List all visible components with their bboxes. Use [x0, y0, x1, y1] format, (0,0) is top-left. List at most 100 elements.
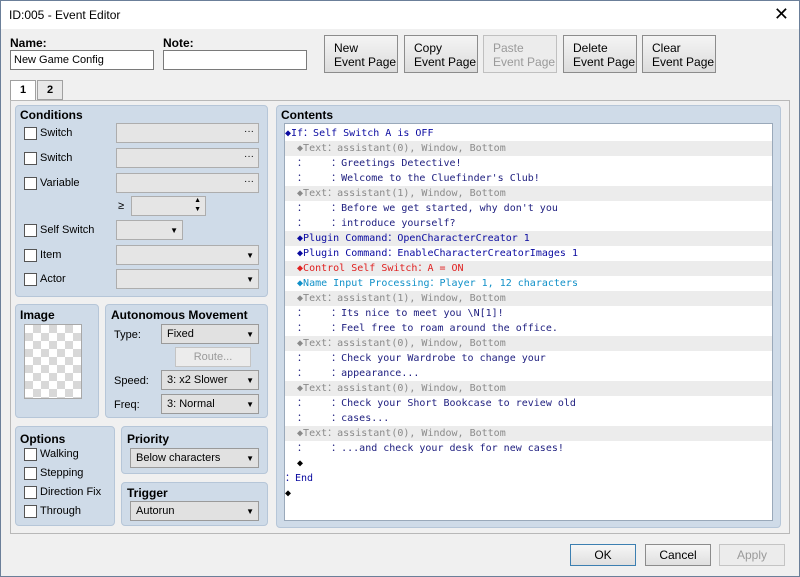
priority-title: Priority [127, 432, 170, 446]
self-switch-select[interactable]: ▼ [116, 220, 183, 240]
variable-value-stepper[interactable]: ▲ ▼ [131, 196, 206, 216]
dots-icon: ··· [244, 151, 254, 162]
switch1-checkbox[interactable] [24, 127, 37, 140]
command-line[interactable]: ◆Text：assistant(0), Window, Bottom [285, 381, 772, 396]
item-select[interactable]: ▼ [116, 245, 259, 265]
walking-label: Walking [40, 448, 79, 460]
speed-value: 3: x2 Slower [167, 374, 228, 386]
walking-checkbox[interactable] [24, 448, 37, 461]
chevron-down-icon: ▼ [246, 507, 254, 516]
command-line[interactable]: ◆Text：assistant(1), Window, Bottom [285, 291, 772, 306]
type-select[interactable]: Fixed ▼ [161, 324, 259, 344]
contents-title: Contents [281, 108, 333, 122]
chevron-down-icon: ▼ [246, 330, 254, 339]
command-line[interactable]: ◆ [285, 456, 772, 471]
command-line[interactable]: ： ：Greetings Detective! [285, 156, 772, 171]
cancel-button[interactable]: Cancel [645, 544, 711, 566]
clear-event-page-button[interactable]: Clear Event Page [642, 35, 716, 73]
trigger-value: Autorun [136, 505, 175, 517]
command-line[interactable]: ◆Text：assistant(0), Window, Bottom [285, 336, 772, 351]
through-checkbox[interactable] [24, 505, 37, 518]
command-line[interactable]: ◆Text：assistant(0), Window, Bottom [285, 426, 772, 441]
dots-icon: ··· [244, 176, 254, 187]
chevron-down-icon: ▼ [246, 251, 254, 260]
note-field[interactable] [163, 50, 307, 70]
route-button[interactable]: Route... [175, 347, 251, 367]
variable-checkbox[interactable] [24, 177, 37, 190]
freq-value: 3: Normal [167, 398, 215, 410]
speed-select[interactable]: 3: x2 Slower ▼ [161, 370, 259, 390]
direction-fix-label: Direction Fix [40, 486, 102, 498]
command-line[interactable]: ： ：Its nice to meet you \N[1]! [285, 306, 772, 321]
ok-button[interactable]: OK [570, 544, 636, 566]
command-line[interactable]: ◆ [285, 486, 772, 501]
close-icon[interactable]: ✕ [774, 4, 789, 25]
stepping-checkbox[interactable] [24, 467, 37, 480]
copy-event-page-button[interactable]: Copy Event Page [404, 35, 478, 73]
priority-select[interactable]: Below characters ▼ [130, 448, 259, 468]
options-title: Options [20, 432, 66, 446]
freq-select[interactable]: 3: Normal ▼ [161, 394, 259, 414]
command-line[interactable]: ： ：cases... [285, 411, 772, 426]
conditions-title: Conditions [20, 108, 83, 122]
ge-symbol: ≥ [118, 200, 125, 212]
direction-fix-checkbox[interactable] [24, 486, 37, 499]
switch2-checkbox[interactable] [24, 152, 37, 165]
command-line[interactable]: ◆Plugin Command：OpenCharacterCreator 1 [285, 231, 772, 246]
dots-icon: ··· [244, 126, 254, 137]
command-line[interactable]: ◆Text：assistant(0), Window, Bottom [285, 141, 772, 156]
event-command-list[interactable]: ◆If：Self Switch A is OFF ◆Text：assistant… [284, 123, 773, 521]
item-checkbox[interactable] [24, 249, 37, 262]
tab-page-1[interactable]: 1 [10, 80, 36, 101]
spin-down-icon[interactable]: ▼ [194, 206, 201, 213]
paste-event-page-button[interactable]: Paste Event Page [483, 35, 557, 73]
event-editor-window: ID:005 - Event Editor ✕ Name: New Game C… [0, 0, 800, 577]
command-line[interactable]: ：End [285, 471, 772, 486]
type-label: Type: [114, 329, 141, 341]
delete-event-page-button[interactable]: Delete Event Page [563, 35, 637, 73]
chevron-down-icon: ▼ [246, 376, 254, 385]
command-line[interactable]: ◆Text：assistant(1), Window, Bottom [285, 186, 772, 201]
command-line[interactable]: ： ：Check your Short Bookcase to review o… [285, 396, 772, 411]
type-value: Fixed [167, 328, 194, 340]
command-line[interactable]: ◆If：Self Switch A is OFF [285, 126, 772, 141]
chevron-down-icon: ▼ [246, 400, 254, 409]
switch2-label: Switch [40, 152, 73, 164]
chevron-down-icon: ▼ [170, 226, 178, 235]
self-switch-checkbox[interactable] [24, 224, 37, 237]
apply-button[interactable]: Apply [719, 544, 785, 566]
switch1-select[interactable]: ··· [116, 123, 259, 143]
tab-page-2[interactable]: 2 [37, 80, 63, 100]
actor-label: Actor [40, 273, 66, 285]
actor-checkbox[interactable] [24, 273, 37, 286]
command-line[interactable]: ： ：introduce yourself? [285, 216, 772, 231]
trigger-select[interactable]: Autorun ▼ [130, 501, 259, 521]
spin-up-icon[interactable]: ▲ [194, 197, 201, 204]
through-label: Through [40, 505, 81, 517]
new-event-page-button[interactable]: New Event Page [324, 35, 398, 73]
self-switch-label: Self Switch [40, 224, 95, 236]
command-line[interactable]: ◆Control Self Switch：A = ON [285, 261, 772, 276]
chevron-down-icon: ▼ [246, 275, 254, 284]
switch2-select[interactable]: ··· [116, 148, 259, 168]
image-preview[interactable] [24, 324, 82, 399]
command-line[interactable]: ◆Plugin Command：EnableCharacterCreatorIm… [285, 246, 772, 261]
stepping-label: Stepping [40, 467, 84, 479]
command-line[interactable]: ： ：...and check your desk for new cases! [285, 441, 772, 456]
command-line[interactable]: ◆Name Input Processing：Player 1, 12 char… [285, 276, 772, 291]
name-field[interactable]: New Game Config [10, 50, 154, 70]
image-title: Image [20, 308, 55, 322]
freq-label: Freq: [114, 399, 140, 411]
variable-select[interactable]: ··· [116, 173, 259, 193]
name-label: Name: [10, 36, 47, 50]
command-line[interactable]: ： ：Feel free to roam around the office. [285, 321, 772, 336]
window-title: ID:005 - Event Editor [9, 8, 121, 22]
command-line[interactable]: ： ：appearance... [285, 366, 772, 381]
actor-select[interactable]: ▼ [116, 269, 259, 289]
note-label: Note: [163, 36, 194, 50]
command-line[interactable]: ： ：Before we get started, why don't you [285, 201, 772, 216]
title-bar: ID:005 - Event Editor ✕ [1, 1, 799, 29]
command-line[interactable]: ： ：Check your Wardrobe to change your [285, 351, 772, 366]
command-line[interactable]: ： ：Welcome to the Cluefinder's Club! [285, 171, 772, 186]
variable-label: Variable [40, 177, 80, 189]
